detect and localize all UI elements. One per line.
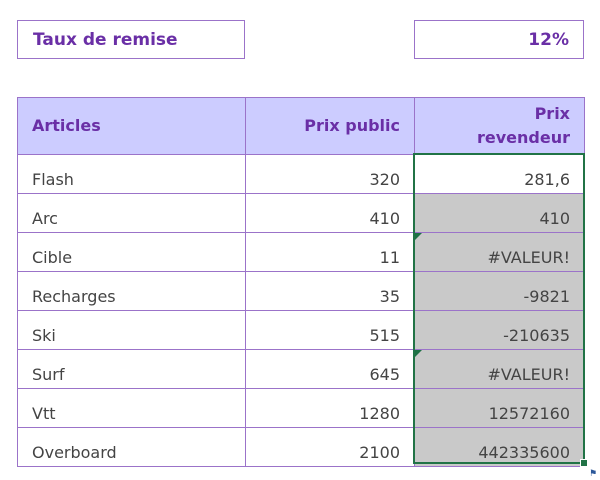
header-reseller-price-line2: revendeur xyxy=(477,128,570,147)
table-row: Cible 11 #VALEUR! xyxy=(17,232,585,272)
public-price-cell[interactable]: 645 xyxy=(245,349,415,389)
reseller-price-cell[interactable]: 281,6 xyxy=(414,154,585,194)
discount-rate-label[interactable]: Taux de remise xyxy=(17,20,245,59)
public-price-cell[interactable]: 2100 xyxy=(245,427,415,467)
public-price-cell[interactable]: 11 xyxy=(245,232,415,272)
article-cell[interactable]: Recharges xyxy=(17,271,246,311)
article-cell[interactable]: Flash xyxy=(17,154,246,194)
article-cell[interactable]: Cible xyxy=(17,232,246,272)
table-row: Vtt 1280 12572160 xyxy=(17,388,585,428)
article-cell[interactable]: Surf xyxy=(17,349,246,389)
table-row: Ski 515 -210635 xyxy=(17,310,585,350)
article-cell[interactable]: Arc xyxy=(17,193,246,233)
public-price-cell[interactable]: 1280 xyxy=(245,388,415,428)
reseller-price-cell[interactable]: 442335600 xyxy=(414,427,585,467)
reseller-price-cell[interactable]: #VALEUR! xyxy=(414,232,585,272)
table-row: Recharges 35 -9821 xyxy=(17,271,585,311)
table-row: Overboard 2100 442335600 xyxy=(17,427,585,467)
table-row: Flash 320 281,6 xyxy=(17,154,585,194)
header-public-price[interactable]: Prix public xyxy=(245,97,415,155)
article-cell[interactable]: Vtt xyxy=(17,388,246,428)
public-price-cell[interactable]: 410 xyxy=(245,193,415,233)
reseller-price-cell[interactable]: -9821 xyxy=(414,271,585,311)
reseller-price-cell[interactable]: #VALEUR! xyxy=(414,349,585,389)
table-row: Arc 410 410 xyxy=(17,193,585,233)
reseller-price-cell[interactable]: 12572160 xyxy=(414,388,585,428)
article-cell[interactable]: Ski xyxy=(17,310,246,350)
article-cell[interactable]: Overboard xyxy=(17,427,246,467)
public-price-cell[interactable]: 35 xyxy=(245,271,415,311)
header-articles[interactable]: Articles xyxy=(17,97,246,155)
quick-analysis-icon[interactable]: ⚑ xyxy=(589,470,599,479)
public-price-cell[interactable]: 320 xyxy=(245,154,415,194)
discount-rate-value[interactable]: 12% xyxy=(414,20,584,59)
price-table: Articles Prix public Prix revendeur Flas… xyxy=(17,97,585,467)
public-price-cell[interactable]: 515 xyxy=(245,310,415,350)
header-reseller-price-line1: Prix xyxy=(534,104,570,123)
reseller-price-cell[interactable]: -210635 xyxy=(414,310,585,350)
header-reseller-price[interactable]: Prix revendeur xyxy=(414,97,585,155)
header-row: Articles Prix public Prix revendeur xyxy=(17,97,585,155)
fill-handle-icon[interactable] xyxy=(580,459,588,467)
table-row: Surf 645 #VALEUR! xyxy=(17,349,585,389)
reseller-price-cell[interactable]: 410 xyxy=(414,193,585,233)
